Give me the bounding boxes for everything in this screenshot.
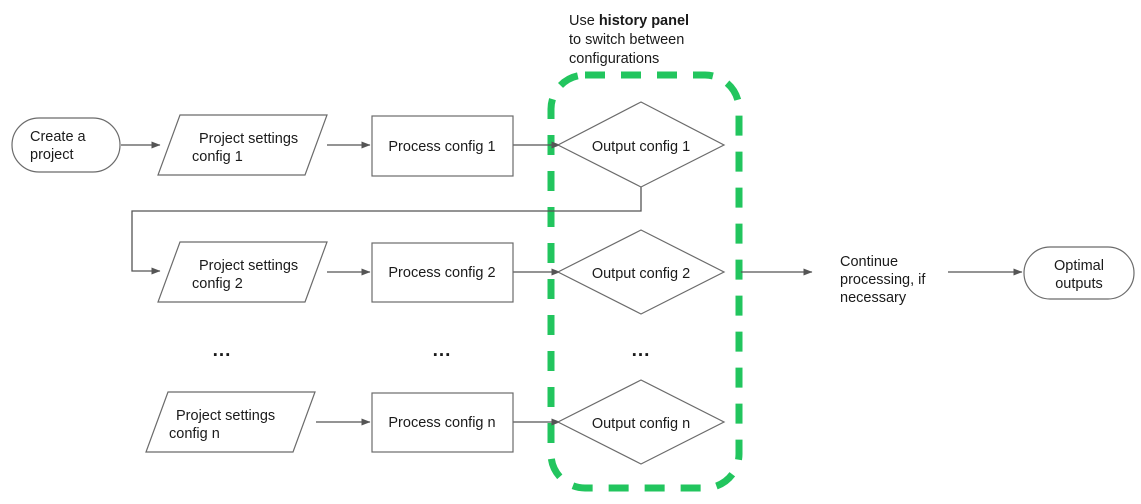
annotation-line1-bold: history panel [599, 13, 689, 29]
annotation-line3: configurations [569, 51, 659, 67]
ellipsis-process-column: ... [433, 340, 452, 361]
ellipsis-settings-column: ... [213, 340, 232, 361]
flowchart-canvas: Create a project Project settings config… [0, 0, 1141, 504]
node-process1-label: Process config 1 [388, 139, 495, 155]
node-output1-label: Output config 1 [592, 139, 690, 155]
node-settings2-label-line2: config 2 [192, 276, 243, 292]
annotation-line1: Use history panel [569, 13, 689, 29]
node-start-shape [11, 117, 121, 173]
flowchart-svg: Create a project Project settings config… [11, 13, 1135, 492]
annotation-line2: to switch between [569, 32, 684, 48]
node-settings2-label-line1: Project settings [199, 258, 298, 274]
node-settings1-label-line2: config 1 [192, 149, 243, 165]
label-continue-processing-line2: processing, if [840, 272, 926, 288]
annotation-line1-prefix: Use [569, 13, 599, 29]
node-start-label-line2: project [30, 147, 74, 163]
node-settingsn-label-line1: Project settings [176, 408, 275, 424]
node-final-label-line1: Optimal [1054, 258, 1104, 274]
ellipsis-output-column: ... [632, 340, 651, 361]
node-settings1-label-line1: Project settings [199, 131, 298, 147]
node-process2-label: Process config 2 [388, 265, 495, 281]
node-settingsn-label-line2: config n [169, 426, 220, 442]
label-continue-processing-line3: necessary [840, 290, 907, 306]
node-outputn-label: Output config n [592, 416, 690, 432]
label-continue-processing-line1: Continue [840, 254, 898, 270]
node-start-label-line1: Create a [30, 129, 87, 145]
node-output2-label: Output config 2 [592, 266, 690, 282]
node-final-label-line2: outputs [1055, 276, 1103, 292]
node-processn-label: Process config n [388, 415, 495, 431]
